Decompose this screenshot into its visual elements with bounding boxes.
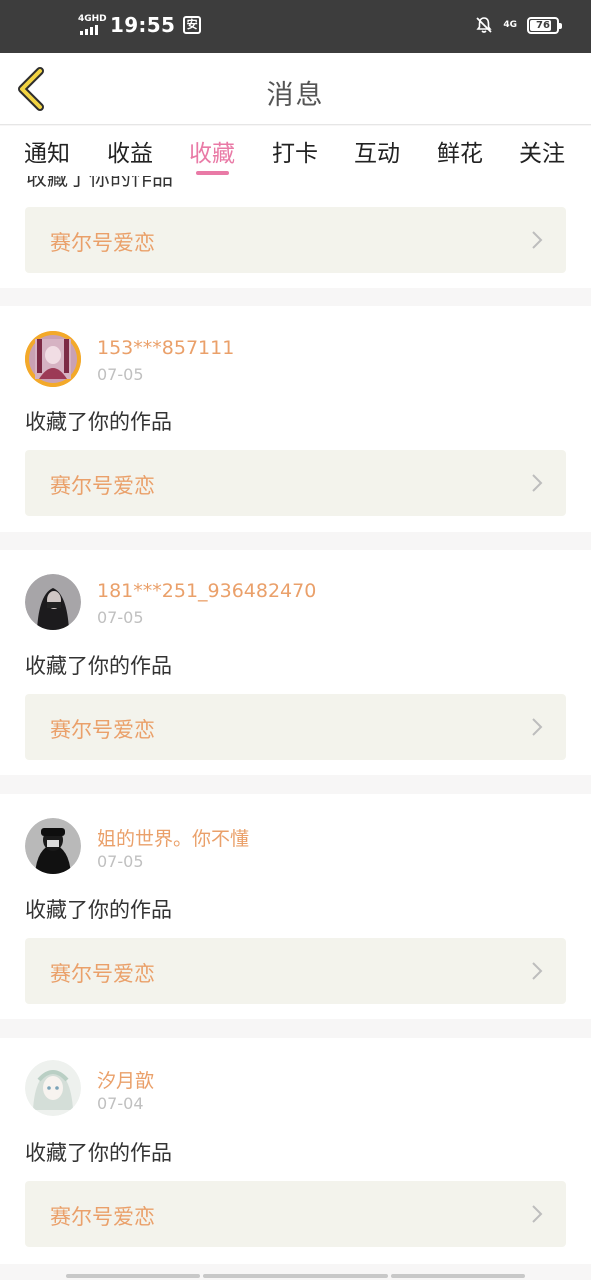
username[interactable]: 姐的世界。你不懂 [97, 824, 249, 851]
work-title: 赛尔号爱恋 [50, 1205, 155, 1229]
timestamp: 07-05 [97, 365, 144, 384]
username[interactable]: 153***857111 [97, 337, 234, 359]
tab-favorites[interactable]: 收藏 [189, 134, 235, 168]
list-item: 姐的世界。你不懂 07-05 收藏了你的作品 赛尔号爱恋 [0, 794, 591, 1019]
work-title: 赛尔号爱恋 [50, 474, 155, 498]
battery-level: 76 [536, 19, 550, 31]
work-link[interactable]: 赛尔号爱恋 [25, 207, 566, 273]
network-4g-label: 4G [503, 20, 517, 30]
work-link[interactable]: 赛尔号爱恋 [25, 938, 566, 1004]
avatar[interactable] [25, 574, 81, 630]
chevron-right-icon [532, 1205, 543, 1223]
timestamp: 07-05 [97, 852, 144, 871]
tab-notifications[interactable]: 通知 [24, 134, 70, 168]
action-text: 收藏了你的作品 [25, 1141, 172, 1165]
action-text: 收藏了你的作品 [25, 410, 172, 434]
battery-icon: 76 [527, 16, 562, 34]
avatar[interactable] [25, 1060, 81, 1116]
clock: 19:55 [110, 13, 176, 37]
app-notification-icon: 安 [183, 16, 202, 34]
chevron-right-icon [532, 474, 543, 492]
tab-flowers[interactable]: 鲜花 [437, 134, 483, 168]
timestamp: 07-05 [97, 608, 144, 627]
header: 消息 [0, 53, 591, 125]
work-link[interactable]: 赛尔号爱恋 [25, 450, 566, 516]
chevron-right-icon [532, 962, 543, 980]
network-type-label: 4GHD [78, 14, 107, 24]
username[interactable]: 汐月歆 [97, 1066, 154, 1093]
action-text: 收藏了你的作品 [26, 176, 173, 190]
avatar[interactable] [25, 331, 81, 387]
list-item: 汐月歆 07-04 收藏了你的作品 赛尔号爱恋 [0, 1038, 591, 1264]
status-bar: 4GHD 19:55 安 4G 76 [0, 0, 591, 53]
work-title: 赛尔号爱恋 [50, 231, 155, 255]
chevron-right-icon [532, 231, 543, 249]
work-link[interactable]: 赛尔号爱恋 [25, 1181, 566, 1247]
signal-icon: 4GHD [78, 14, 107, 35]
tab-bar: 通知 收益 收藏 打卡 互动 鲜花 关注 [0, 126, 591, 176]
message-list[interactable]: 收藏了你的作品 赛尔号爱恋 153***857111 07-05 收藏了你的作品… [0, 176, 591, 1280]
action-text: 收藏了你的作品 [25, 898, 172, 922]
bottom-scroll-indicator [0, 1270, 591, 1280]
work-title: 赛尔号爱恋 [50, 718, 155, 742]
work-link[interactable]: 赛尔号爱恋 [25, 694, 566, 760]
username[interactable]: 181***251_936482470 [97, 580, 316, 602]
work-title: 赛尔号爱恋 [50, 962, 155, 986]
list-item: 181***251_936482470 07-05 收藏了你的作品 赛尔号爱恋 [0, 550, 591, 775]
tab-earnings[interactable]: 收益 [107, 134, 153, 168]
tab-follow[interactable]: 关注 [519, 134, 565, 168]
list-item: 收藏了你的作品 赛尔号爱恋 [0, 176, 591, 288]
avatar[interactable] [25, 818, 81, 874]
mute-bell-icon [476, 17, 492, 33]
tab-checkin[interactable]: 打卡 [272, 134, 318, 168]
action-text: 收藏了你的作品 [25, 654, 172, 678]
chevron-right-icon [532, 718, 543, 736]
tab-interaction[interactable]: 互动 [354, 134, 400, 168]
list-item: 153***857111 07-05 收藏了你的作品 赛尔号爱恋 [0, 306, 591, 532]
page-title: 消息 [266, 80, 325, 111]
timestamp: 07-04 [97, 1094, 144, 1113]
active-tab-indicator [196, 171, 229, 175]
